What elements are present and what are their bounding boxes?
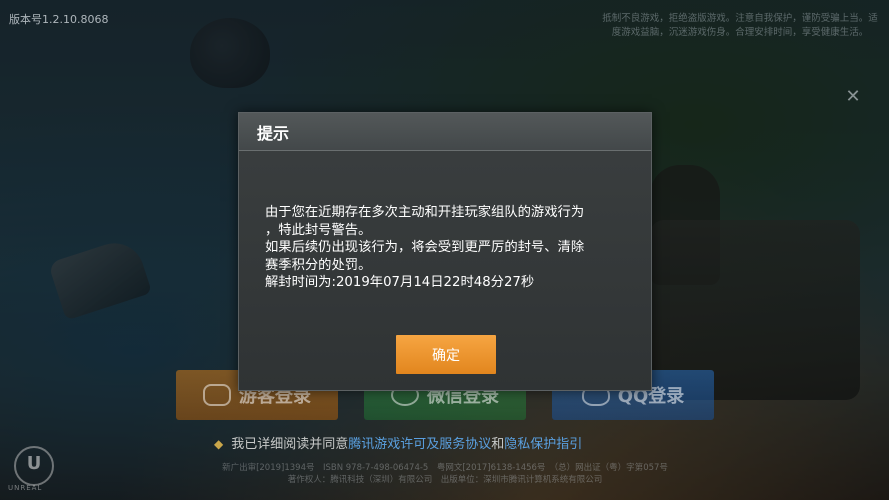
dialog-header: 提示 [239,113,651,151]
privacy-guide-link[interactable]: 隐私保护指引 [504,437,582,452]
agreement-prefix: 我已详细阅读并同意 [231,437,349,452]
footer-line-1: 新广出审[2019]1394号 ISBN 978-7-498-06474-5 粤… [222,463,668,473]
agreement-checkbox[interactable]: ◆ [214,437,223,451]
message-line: 如果后续仍出现该行为，将会受到更严厉的封号、清除 [265,240,585,255]
footer-info: 新广出审[2019]1394号 ISBN 978-7-498-06474-5 粤… [205,462,685,486]
unreal-logo-label: UNREAL [8,484,43,492]
message-line: 由于您在近期存在多次主动和开挂玩家组队的游戏行为 [265,205,585,220]
unban-time-line: 解封时间为:2019年07月14日22时48分27秒 [265,275,535,290]
agreement-and: 和 [491,437,505,452]
health-notice: 抵制不良游戏，拒绝盗版游戏。注意自我保护，谨防受骗上当。适度游戏益脑，沉迷游戏伤… [602,13,878,38]
license-agreement-link[interactable]: 腾讯游戏许可及服务协议 [348,437,491,452]
message-line: 赛季积分的处罚。 [265,257,372,273]
gamepad-icon [203,384,231,406]
dialog-message: 由于您在近期存在多次主动和开挂玩家组队的游戏行为 ，特此封号警告。 如果后续仍出… [265,204,635,292]
version-label: 版本号1.2.10.8068 [9,13,109,26]
ban-warning-dialog: 提示 由于您在近期存在多次主动和开挂玩家组队的游戏行为 ，特此封号警告。 如果后… [238,112,652,391]
close-icon[interactable]: ✕ [842,86,864,112]
message-line: ，特此封号警告。 [265,222,372,238]
dialog-title: 提示 [257,123,290,143]
agreement-row: ◆ 我已详细阅读并同意腾讯游戏许可及服务协议和隐私保护指引 [214,433,582,452]
footer-line-2: 著作权人：腾讯科技（深圳）有限公司 出版单位：深圳市腾讯计算机系统有限公司 [287,475,603,485]
confirm-button[interactable]: 确定 [396,335,496,374]
unreal-logo-icon: U [14,446,54,486]
